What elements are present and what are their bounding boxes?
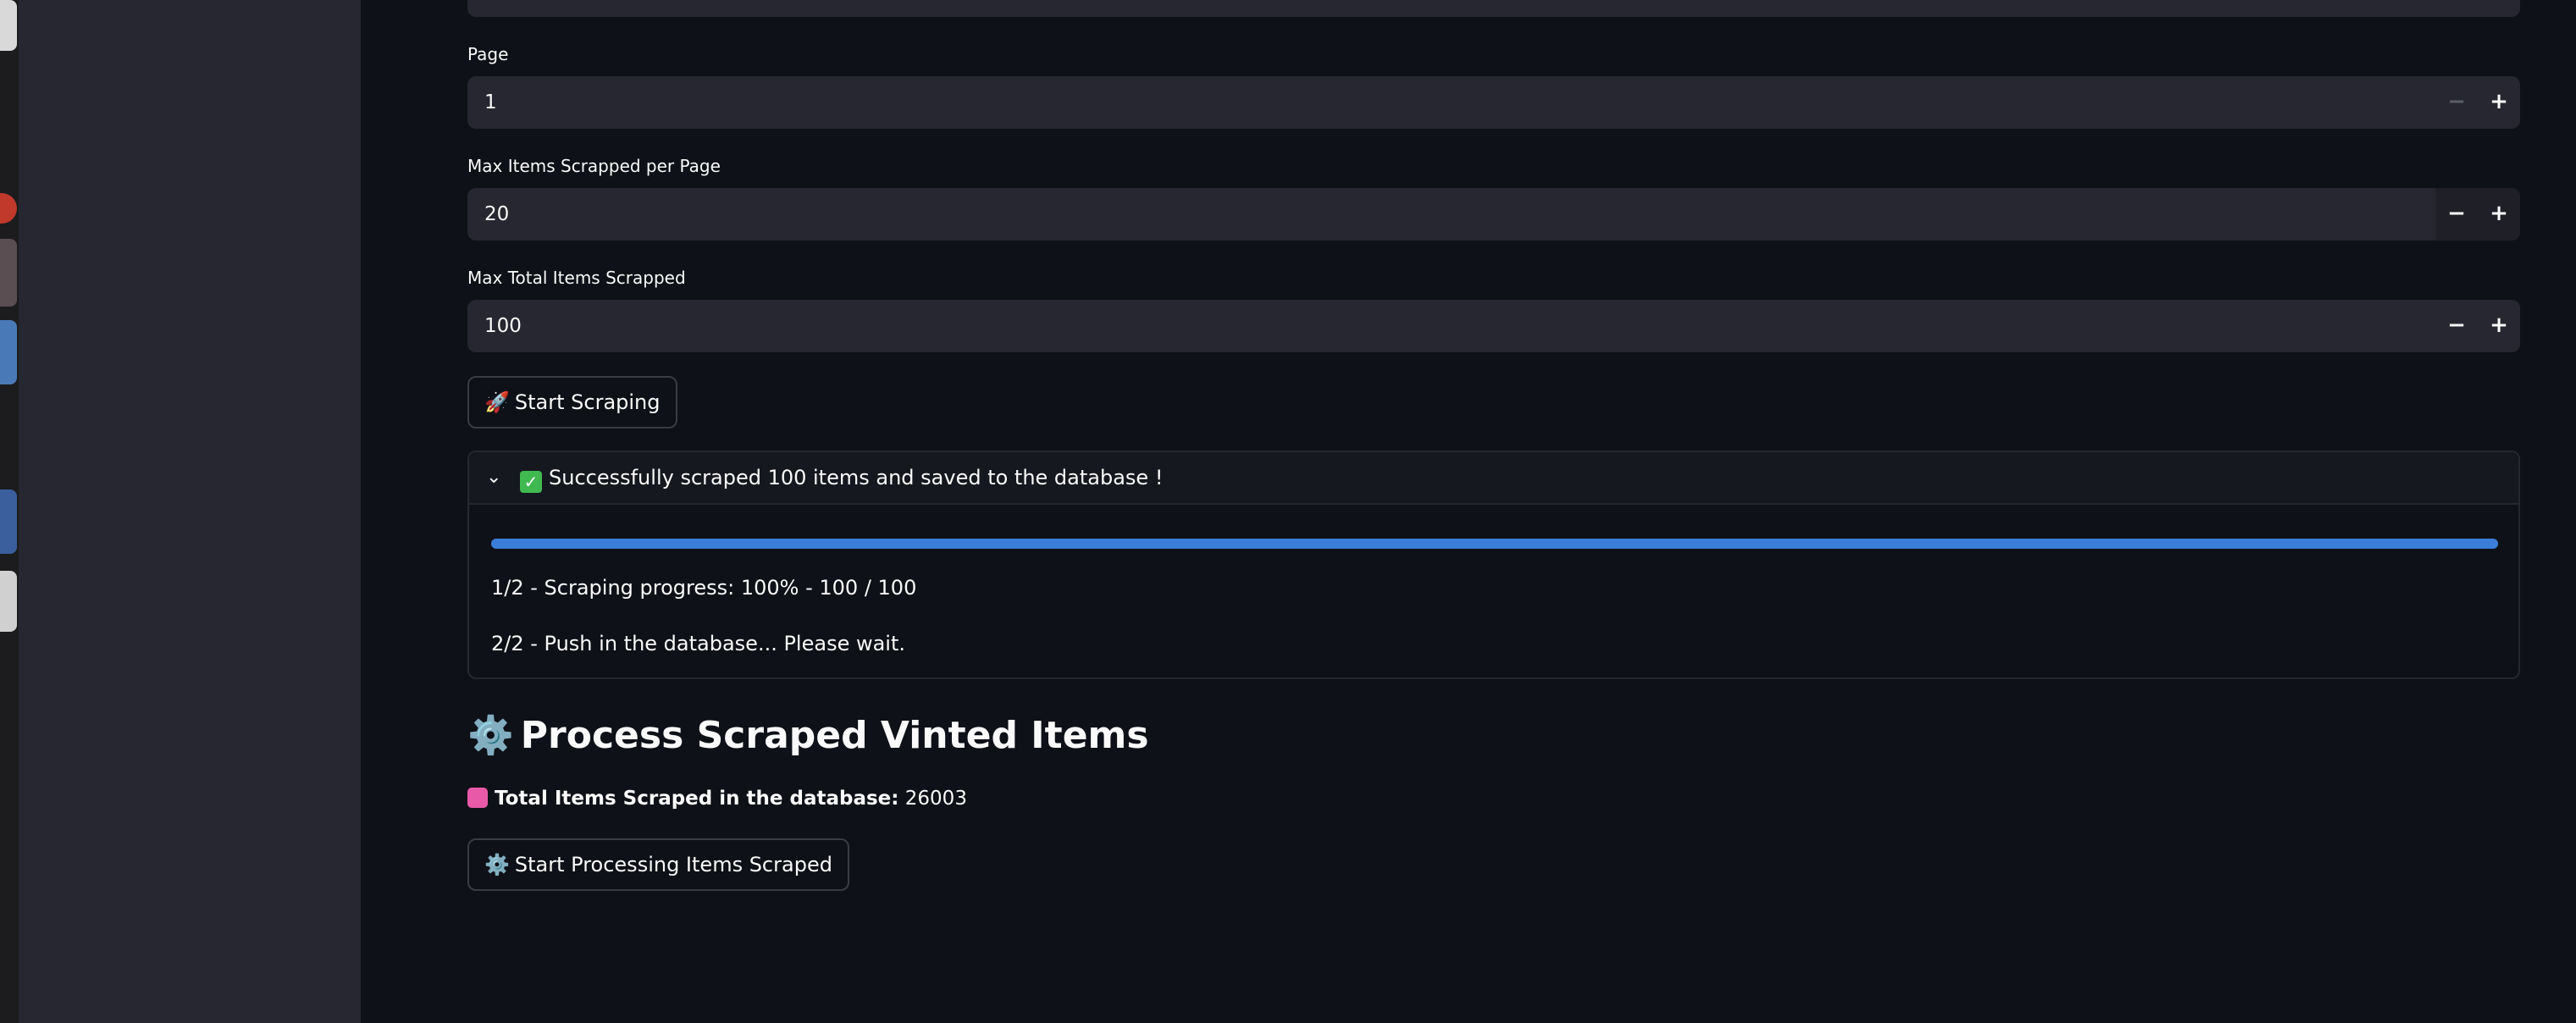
page-number-input[interactable]: 1 − +	[467, 76, 2520, 129]
max-total-items-value[interactable]: 100	[484, 300, 522, 352]
total-items-line: Total Items Scraped in the database: 260…	[467, 788, 967, 810]
expander-header[interactable]: ⌄ ✓ Successfully scraped 100 items and sa…	[469, 452, 2518, 505]
expander-title-text: Successfully scraped 100 items and saved…	[549, 466, 1164, 489]
gear-icon: ⚙️	[484, 853, 510, 876]
process-section-heading: ⚙️ Process Scraped Vinted Items	[467, 713, 1149, 757]
app-icon[interactable]	[0, 320, 17, 384]
start-processing-label: Start Processing Items Scraped	[514, 853, 832, 876]
status-expander: ⌄ ✓ Successfully scraped 100 items and sa…	[467, 451, 2520, 679]
expander-title: ✓ Successfully scraped 100 items and save…	[520, 452, 1163, 503]
max-items-per-page-label: Max Items Scrapped per Page	[467, 156, 721, 176]
notification-badge-icon[interactable]	[0, 193, 17, 224]
start-scraping-label: Start Scraping	[514, 390, 661, 414]
sidebar	[19, 0, 361, 1023]
start-scraping-button[interactable]: 🚀 Start Scraping	[467, 376, 677, 429]
check-mark-icon: ✓	[520, 471, 542, 493]
max-total-items-input[interactable]: 100 − +	[467, 300, 2520, 352]
rocket-icon: 🚀	[484, 390, 510, 414]
total-items-value: 26003	[904, 788, 967, 810]
total-items-label: Total Items Scraped in the database:	[495, 788, 899, 810]
process-section-title: Process Scraped Vinted Items	[520, 714, 1149, 757]
max-total-items-decrement-button[interactable]: −	[2435, 300, 2478, 352]
max-total-items-label: Max Total Items Scrapped	[467, 268, 686, 288]
scraping-progress-text: 1/2 - Scraping progress: 100% - 100 / 10…	[491, 576, 917, 600]
max-items-per-page-increment-button[interactable]: +	[2478, 188, 2520, 241]
page-label: Page	[467, 44, 509, 64]
os-dock	[0, 0, 19, 1023]
app-icon[interactable]	[0, 0, 17, 51]
progress-bar-fill	[491, 539, 2498, 549]
gear-icon: ⚙️	[467, 714, 514, 757]
app-icon[interactable]	[0, 91, 17, 122]
shopping-bag-icon	[467, 788, 488, 808]
page-decrement-button[interactable]: −	[2435, 76, 2478, 129]
max-total-items-increment-button[interactable]: +	[2478, 300, 2520, 352]
max-items-per-page-value[interactable]: 20	[484, 188, 509, 241]
start-processing-button[interactable]: ⚙️ Start Processing Items Scraped	[467, 838, 849, 891]
previous-input[interactable]	[467, 0, 2520, 17]
progress-bar	[491, 539, 2498, 549]
max-items-per-page-input[interactable]: 20 − +	[467, 188, 2520, 241]
app-icon[interactable]	[0, 239, 17, 307]
main-area: Page 1 − + Max Items Scrapped per Page 2…	[361, 0, 2576, 1023]
app-icon[interactable]	[0, 489, 17, 554]
chevron-down-icon[interactable]: ⌄	[486, 452, 501, 503]
page-value[interactable]: 1	[484, 76, 497, 129]
database-push-text: 2/2 - Push in the database... Please wai…	[491, 632, 906, 655]
page-increment-button[interactable]: +	[2478, 76, 2520, 129]
app-icon[interactable]	[0, 571, 17, 632]
max-items-per-page-decrement-button[interactable]: −	[2435, 188, 2478, 241]
